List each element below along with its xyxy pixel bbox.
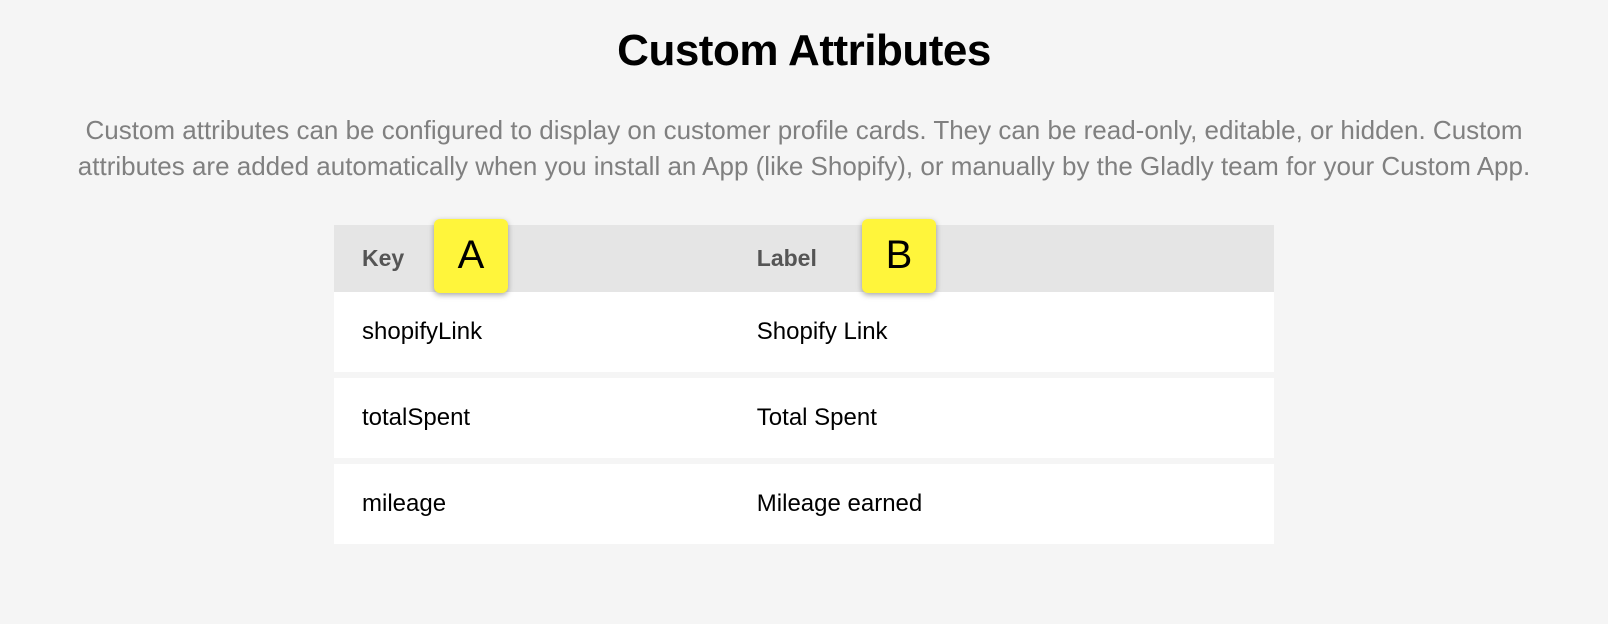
table-header-key: Key [334,225,729,292]
page-title: Custom Attributes [30,26,1578,76]
cell-key: totalSpent [334,375,729,461]
cell-key: shopifyLink [334,292,729,375]
table-row: shopifyLink Shopify Link [334,292,1274,375]
table-wrapper: A B Key Label shopifyLink Shopify Link t… [334,225,1274,544]
table-row: mileage Mileage earned [334,461,1274,544]
cell-label: Total Spent [729,375,1274,461]
annotation-a: A [434,219,508,293]
table-header-label: Label [729,225,1274,292]
annotation-b: B [862,219,936,293]
table-row: totalSpent Total Spent [334,375,1274,461]
page-description: Custom attributes can be configured to d… [30,112,1578,185]
page-container: Custom Attributes Custom attributes can … [30,26,1578,544]
cell-label: Shopify Link [729,292,1274,375]
cell-key: mileage [334,461,729,544]
cell-label: Mileage earned [729,461,1274,544]
